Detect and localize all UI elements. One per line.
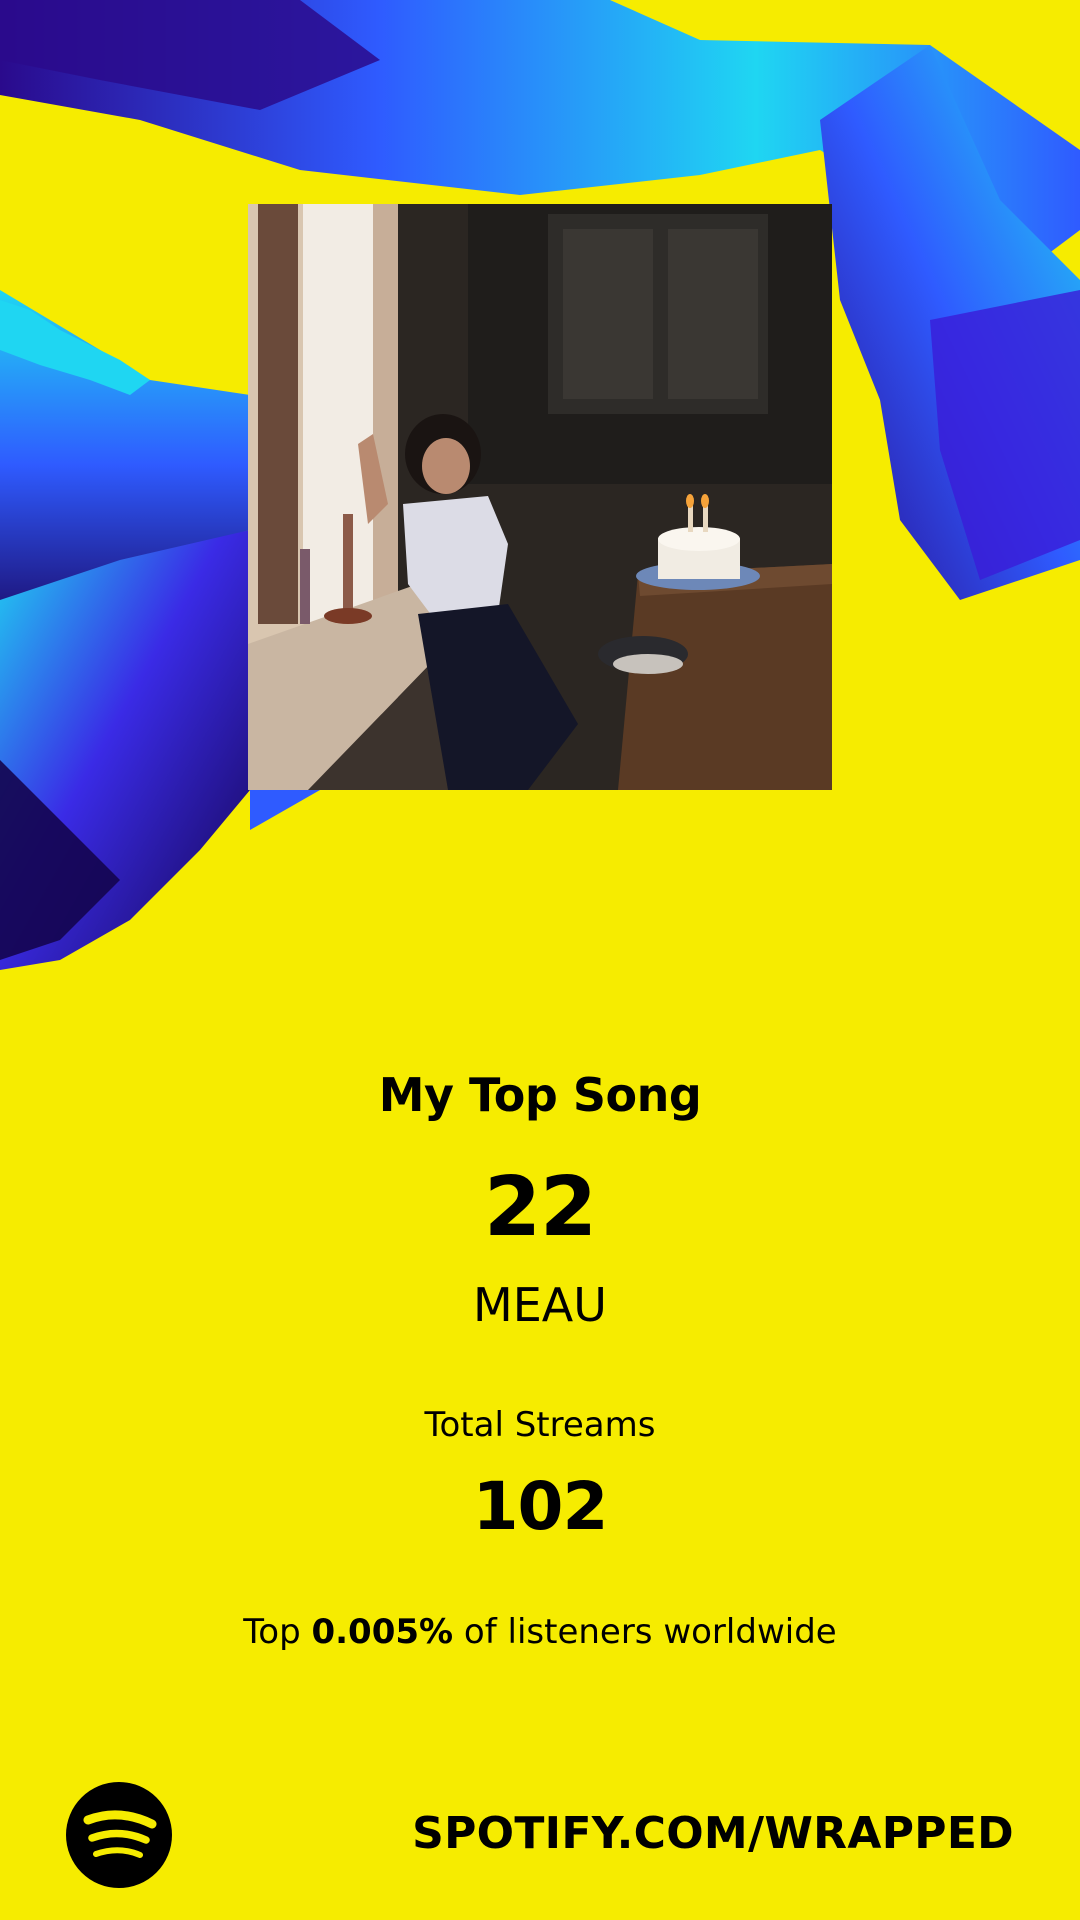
percentile-value: 0.005% xyxy=(311,1612,454,1652)
artist-name: MEAU xyxy=(473,1278,607,1332)
percentile-prefix: Top xyxy=(243,1612,301,1652)
spotify-logo-icon[interactable] xyxy=(66,1782,172,1888)
listener-percentile: Top 0.005% of listeners worldwide xyxy=(0,1612,1080,1652)
wrapped-card: My Top Song 22 MEAU Total Streams 102 To… xyxy=(0,0,1080,1920)
streams-label: Total Streams xyxy=(424,1405,656,1445)
streams-count: 102 xyxy=(472,1468,609,1545)
album-cover-photo xyxy=(248,204,832,790)
song-title: 22 xyxy=(483,1160,597,1255)
percentile-suffix: of listeners worldwide xyxy=(463,1612,837,1652)
wrapped-link[interactable]: SPOTIFY.COM/WRAPPED xyxy=(412,1808,1014,1859)
album-cover xyxy=(248,204,832,790)
card-heading: My Top Song xyxy=(378,1068,702,1122)
